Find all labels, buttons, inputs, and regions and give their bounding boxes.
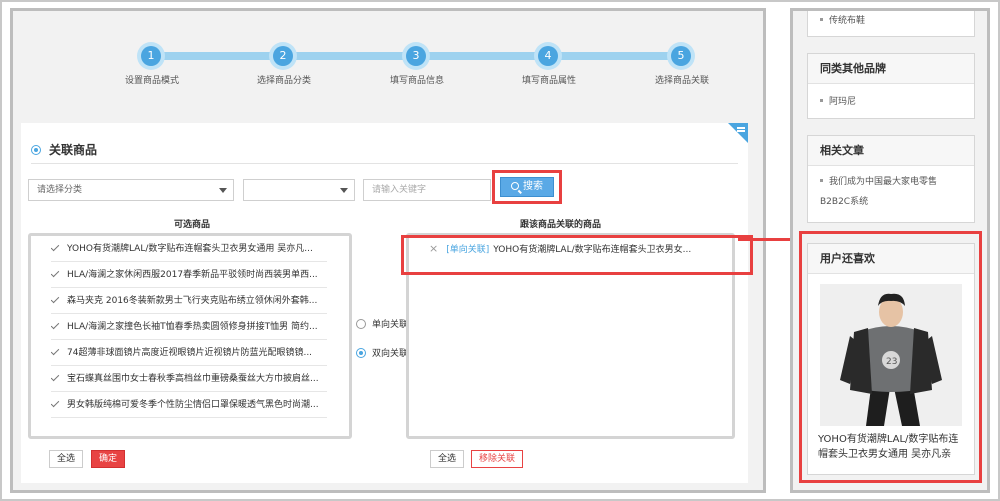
list-item-label: YOHO有货潮牌LAL/数字贴布连帽套头卫衣男女通用 吴亦凡... [67,244,313,254]
section-title: 关联商品 [49,143,98,157]
available-goods-title: 可选商品 [174,220,211,230]
select-all-button[interactable]: 全选 [49,450,83,468]
related-goods-panel: 关联商品 请选择分类 请输入关键字 搜索 可选商品 跟该商品关联的商品 YOHO… [21,123,753,483]
list-item-label: 森马夹克 2016冬装新款男士飞行夹克贴布绣立领休闲外套韩... [67,296,318,306]
step-number: 1 [141,46,161,66]
article-item[interactable]: 我们成为中国最大家电零售B2B2C系统 [808,166,974,212]
brand-item[interactable]: 阿玛尼 [808,84,974,112]
linked-item-highlight-box [401,235,753,275]
keyword-placeholder: 请输入关键字 [372,185,427,195]
step-number: 4 [538,46,558,66]
step-circle: 3 [402,42,430,70]
linked-select-all-button[interactable]: 全选 [430,450,464,468]
article-label: 我们成为中国最大家电零售B2B2C系统 [820,177,938,207]
brands-card: 同类其他品牌 阿玛尼 [807,53,975,119]
step-number: 5 [671,46,691,66]
one-way-label: 单向关联 [372,320,409,330]
check-icon [51,242,60,252]
sidebar-item-shoes[interactable]: 传统布鞋 [808,11,974,31]
two-way-radio[interactable]: 双向关联 [356,346,408,359]
search-highlight-box: 搜索 [492,170,562,204]
step-label: 设置商品模式 [124,76,179,86]
section-dot-icon [31,144,41,155]
articles-card: 相关文章 我们成为中国最大家电零售B2B2C系统 [807,135,975,223]
available-goods-list: YOHO有货潮牌LAL/数字贴布连帽套头卫衣男女通用 吴亦凡... HLA/海澜… [28,233,352,439]
sidebar: 传统布鞋 同类其他品牌 阿玛尼 相关文章 我们成为中国最大家电零售B2B2C系统… [790,8,990,493]
chevron-down-icon [219,188,227,193]
list-item-label: 74超薄非球面镜片高度近视眼镜片近视镜片防蓝光配眼镜镜... [67,348,313,358]
radio-selected-icon [356,347,366,358]
two-way-label: 双向关联 [372,349,409,359]
step-label: 选择商品分类 [256,76,311,86]
check-icon [51,268,60,278]
step-progress: 1 设置商品模式 2 选择商品分类 3 填写商品信息 4 填写商品属性 5 选择… [13,11,763,121]
menu-icon [737,127,745,129]
brand-label: 阿玛尼 [829,97,857,107]
one-way-radio[interactable]: 单向关联 [356,317,408,330]
step-circle: 2 [269,42,297,70]
check-icon [51,372,60,382]
list-item[interactable]: 宝石蝶真丝围巾女士春秋季高档丝巾重磅桑蚕丝大方巾披肩丝... [51,366,327,392]
step-circle: 5 [667,42,695,70]
search-button[interactable]: 搜索 [500,177,554,197]
check-icon [51,398,60,408]
list-item-label: HLA/海澜之家休闲西服2017春季新品平驳领时尚西装男单西... [67,270,318,280]
check-icon [51,294,60,304]
step-number: 3 [406,46,426,66]
divider [31,163,738,164]
radio-icon [356,318,366,329]
sidebar-item-label: 传统布鞋 [829,16,866,26]
section-header: 关联商品 [31,141,97,158]
category-select[interactable]: 请选择分类 [28,179,234,201]
list-item[interactable]: HLA/海澜之家休闲西服2017春季新品平驳领时尚西装男单西... [51,262,327,288]
check-icon [51,320,60,330]
callout-connector [738,238,795,241]
list-item[interactable]: 森马夹克 2016冬装新款男士飞行夹克贴布绣立领休闲外套韩... [51,288,327,314]
keyword-input[interactable]: 请输入关键字 [363,179,491,201]
step-label: 填写商品属性 [521,76,576,86]
step-circle: 4 [534,42,562,70]
category-select-value: 请选择分类 [37,185,83,195]
list-item[interactable]: 74超薄非球面镜片高度近视眼镜片近视镜片防蓝光配眼镜镜... [51,340,327,366]
bullet-icon [820,179,823,182]
step-number: 2 [273,46,293,66]
articles-title: 相关文章 [808,136,974,166]
category-card: 传统布鞋 [807,11,975,37]
main-panel: 1 设置商品模式 2 选择商品分类 3 填写商品信息 4 填写商品属性 5 选择… [10,8,766,493]
brands-title: 同类其他品牌 [808,54,974,84]
bullet-icon [820,99,823,102]
linked-goods-title: 跟该商品关联的商品 [520,220,602,230]
step-label: 填写商品信息 [389,76,444,86]
list-item-label: 男女韩版纯棉可爱冬季个性防尘情侣口罩保暖透气黑色时尚潮... [67,400,319,410]
subcategory-select[interactable] [243,179,355,201]
recommend-highlight-box [799,231,982,483]
filter-row: 请选择分类 请输入关键字 搜索 [28,170,748,204]
corner-badge [728,123,748,143]
list-item[interactable]: HLA/海澜之家撞色长袖T恤春季热卖圆领修身拼接T恤男 简约... [51,314,327,340]
search-label: 搜索 [523,181,543,192]
search-icon [511,182,519,190]
chevron-down-icon [340,188,348,193]
check-icon [51,346,60,356]
step-circle: 1 [137,42,165,70]
list-item[interactable]: 男女韩版纯棉可爱冬季个性防尘情侣口罩保暖透气黑色时尚潮... [51,392,327,418]
remove-relation-button[interactable]: 移除关联 [471,450,523,468]
step-label: 选择商品关联 [654,76,709,86]
list-item[interactable]: YOHO有货潮牌LAL/数字贴布连帽套头卫衣男女通用 吴亦凡... [51,236,327,262]
list-item-label: HLA/海澜之家撞色长袖T恤春季热卖圆领修身拼接T恤男 简约... [67,322,318,332]
list-item-label: 宝石蝶真丝围巾女士春秋季高档丝巾重磅桑蚕丝大方巾披肩丝... [67,374,319,384]
bullet-icon [820,18,823,21]
confirm-button[interactable]: 确定 [91,450,125,468]
